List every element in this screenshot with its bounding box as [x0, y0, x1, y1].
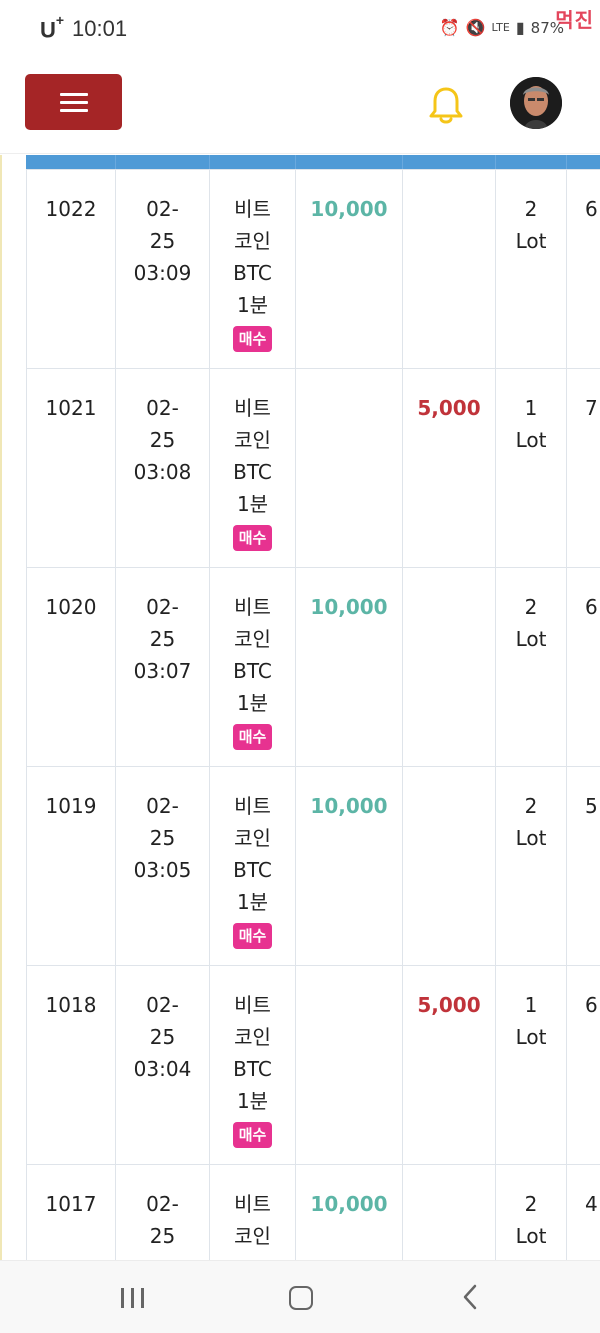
extra-column: 6 [566, 169, 600, 369]
header-divider [295, 155, 296, 169]
extra-column: 6 [566, 965, 600, 1165]
carrier-label: U+ [40, 12, 65, 43]
order-time: 02- 25 03:05 [115, 766, 210, 966]
header-divider [115, 155, 116, 169]
table-row[interactable]: 1018 02- 25 03:04 비트 코인 BTC 1분 매수 5,000 1 Lot 6 [26, 965, 600, 1165]
side-badge: 매수 [232, 724, 273, 750]
watermark-logo: 먹진 [555, 8, 594, 32]
avatar[interactable] [510, 77, 562, 129]
status-bar: U+ 10:01 ⏰ 🔇 LTE ▮ 87% 먹진 [0, 0, 600, 58]
status-icons: ⏰ 🔇 LTE ▮ 87% [440, 18, 564, 37]
table-row[interactable]: 1017 02- 25 비트 코인 10,000 2 Lot 4 [26, 1164, 600, 1260]
trade-table: 1022 02- 25 03:09 비트 코인 BTC 1분 매수 10,000 2 Lot … [26, 169, 600, 1260]
signal-icon: ▮ [515, 18, 525, 37]
lot-size: 1 Lot [495, 368, 567, 568]
header-divider [209, 155, 210, 169]
hamburger-menu-icon [59, 92, 88, 96]
buy-amount: 10,000 [295, 1164, 403, 1260]
order-time: 02- 25 03:09 [115, 169, 210, 369]
side-badge: 매수 [232, 1122, 273, 1148]
side-badge: 매수 [232, 525, 273, 551]
hamburger-menu-icon-bar [59, 100, 88, 104]
extra-column: 6 [566, 567, 600, 767]
navigation-bar [0, 1260, 600, 1333]
order-id: 1021 [26, 368, 116, 568]
alarm-icon: ⏰ [439, 18, 460, 37]
order-id: 1019 [26, 766, 116, 966]
order-time: 02- 25 03:04 [115, 965, 210, 1165]
table-row[interactable]: 1022 02- 25 03:09 비트 코인 BTC 1분 매수 10,000 2 Lot … [26, 169, 600, 369]
table-row[interactable]: 1021 02- 25 03:08 비트 코인 BTC 1분 매수 5,000 1 Lot 7 [26, 368, 600, 568]
buy-amount: 10,000 [295, 567, 403, 767]
order-symbol: 비트 코인 BTC 1분 매수 [209, 169, 296, 369]
header-divider [495, 155, 496, 169]
extra-column: 4 [566, 1164, 600, 1260]
extra-column: 7 [566, 368, 600, 568]
extra-column: 5 [566, 766, 600, 966]
order-symbol: 비트 코인 BTC 1분 매수 [209, 368, 296, 568]
side-badge: 매수 [232, 326, 273, 352]
order-symbol: 비트 코인 BTC 1분 매수 [209, 567, 296, 767]
lot-size: 2 Lot [495, 567, 567, 767]
trade-history-table: 1022 02- 25 03:09 비트 코인 BTC 1분 매수 10,000 2 Lot … [0, 155, 600, 1260]
network-label: LTE [491, 21, 510, 34]
order-id: 1017 [26, 1164, 116, 1260]
table-header [26, 155, 600, 169]
order-id: 1020 [26, 567, 116, 767]
sell-amount: 5,000 [402, 965, 496, 1165]
header-divider [566, 155, 567, 169]
lot-size: 1 Lot [495, 965, 567, 1165]
order-time: 02- 25 [115, 1164, 210, 1260]
status-clock: 10:01 [72, 16, 128, 41]
order-id: 1022 [26, 169, 116, 369]
buy-amount: 10,000 [295, 766, 403, 966]
sell-amount [402, 1164, 496, 1260]
order-id: 1018 [26, 965, 116, 1165]
avatar-image [510, 77, 562, 129]
order-symbol: 비트 코인 BTC 1분 매수 [209, 965, 296, 1165]
recent-apps-icon[interactable] [121, 1288, 144, 1308]
order-symbol: 비트 코인 BTC 1분 매수 [209, 766, 296, 966]
hamburger-menu-icon-bar [59, 108, 88, 112]
order-time: 02- 25 03:08 [115, 368, 210, 568]
sell-amount: 5,000 [402, 368, 496, 568]
left-border [0, 155, 2, 1260]
table-row[interactable]: 1019 02- 25 03:05 비트 코인 BTC 1분 매수 10,000 2 Lot … [26, 766, 600, 966]
mute-icon: 🔇 [465, 18, 486, 37]
bell-icon[interactable] [428, 85, 464, 125]
table-row[interactable]: 1020 02- 25 03:07 비트 코인 BTC 1분 매수 10,000 2 Lot … [26, 567, 600, 767]
order-symbol: 비트 코인 [209, 1164, 296, 1260]
home-icon[interactable] [289, 1286, 313, 1310]
buy-amount [295, 368, 403, 568]
buy-amount [295, 965, 403, 1165]
sell-amount [402, 169, 496, 369]
back-icon[interactable] [460, 1283, 480, 1311]
sell-amount [402, 567, 496, 767]
lot-size: 2 Lot [495, 1164, 567, 1260]
lot-size: 2 Lot [495, 169, 567, 369]
side-badge: 매수 [232, 923, 273, 949]
order-time: 02- 25 03:07 [115, 567, 210, 767]
sell-amount [402, 766, 496, 966]
buy-amount: 10,000 [295, 169, 403, 369]
menu-button[interactable] [25, 74, 122, 130]
header-divider [402, 155, 403, 169]
lot-size: 2 Lot [495, 766, 567, 966]
app-header [0, 58, 600, 154]
